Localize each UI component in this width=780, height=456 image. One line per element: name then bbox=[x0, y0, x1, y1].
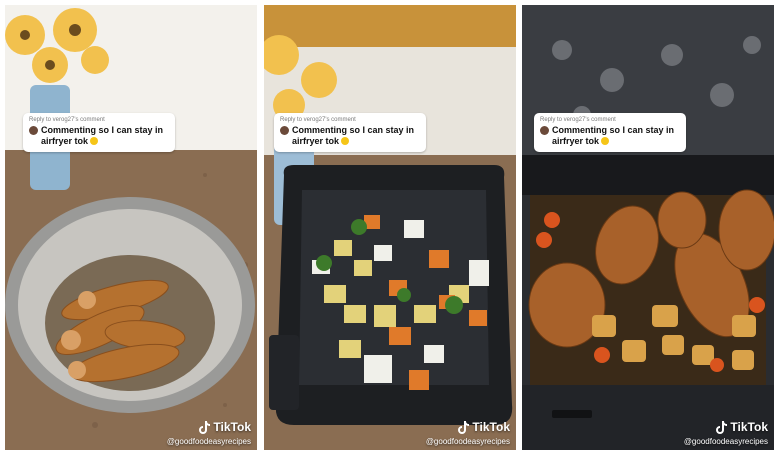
reply-to-label: Reply to verog27's comment bbox=[540, 117, 616, 123]
comment-reply-card: Reply to verog27's comment Commenting so… bbox=[274, 113, 426, 152]
tiktok-watermark: TikTok bbox=[457, 420, 510, 434]
commenter-avatar bbox=[280, 126, 289, 135]
comment-reply-card: Reply to verog27's comment Commenting so… bbox=[23, 113, 175, 152]
video-frame-1: Reply to verog27's comment Commenting so… bbox=[5, 5, 257, 450]
grinning-emoji-icon bbox=[90, 137, 99, 145]
creator-handle: @goodfoodeasyrecipes bbox=[683, 437, 768, 446]
video-frame-2: Reply to verog27's comment Commenting so… bbox=[264, 5, 516, 450]
comment-text: Commenting so I can stay in airfryer tok bbox=[41, 125, 164, 146]
tiktok-brand-text: TikTok bbox=[472, 420, 510, 434]
grinning-emoji-icon bbox=[341, 137, 350, 145]
reply-to-label: Reply to verog27's comment bbox=[280, 117, 356, 123]
grinning-emoji-icon bbox=[601, 137, 610, 145]
creator-handle: @goodfoodeasyrecipes bbox=[166, 437, 251, 446]
reply-to-label: Reply to verog27's comment bbox=[29, 117, 105, 123]
commenter-avatar bbox=[540, 126, 549, 135]
tiktok-logo-icon bbox=[199, 420, 211, 434]
tiktok-watermark: TikTok bbox=[715, 420, 768, 434]
cooked-chicken-air-fryer-photo bbox=[522, 5, 774, 450]
tiktok-logo-icon bbox=[458, 420, 470, 434]
comment-text: Commenting so I can stay in airfryer tok bbox=[292, 125, 415, 146]
comment-text: Commenting so I can stay in airfryer tok bbox=[552, 125, 675, 146]
tiktok-brand-text: TikTok bbox=[730, 420, 768, 434]
tiktok-watermark: TikTok bbox=[198, 420, 251, 434]
video-frame-3: Reply to verog27's comment Commenting so… bbox=[522, 5, 774, 450]
creator-handle: @goodfoodeasyrecipes bbox=[425, 437, 510, 446]
commenter-avatar bbox=[29, 126, 38, 135]
vegetables-in-basket-photo bbox=[264, 5, 516, 450]
tiktok-logo-icon bbox=[716, 420, 728, 434]
tiktok-brand-text: TikTok bbox=[213, 420, 251, 434]
drumsticks-in-bowl-photo bbox=[5, 5, 257, 450]
comment-reply-card: Reply to verog27's comment Commenting so… bbox=[534, 113, 686, 152]
